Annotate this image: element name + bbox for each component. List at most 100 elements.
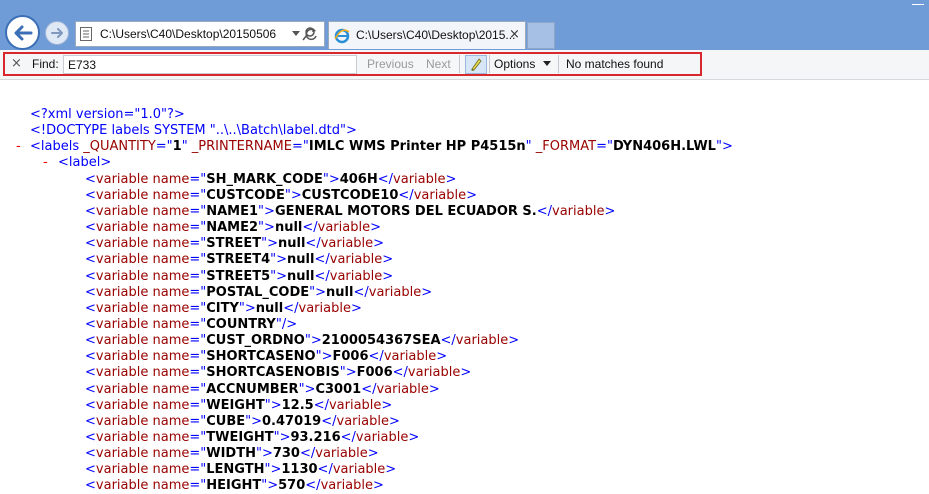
attribute-name: name (148, 252, 190, 268)
collapse-label-toggle[interactable]: - (43, 155, 48, 170)
attribute-quote: =" (189, 171, 207, 187)
variable-row: <variable name="SH_MARK_CODE">406H</vari… (85, 172, 456, 188)
find-options-button[interactable]: Options (494, 57, 535, 71)
tag-bracket: < (85, 300, 96, 316)
tag-bracket: </ (353, 284, 369, 300)
tag-bracket: > (381, 397, 393, 413)
back-button[interactable] (5, 15, 40, 50)
ie-logo-icon (334, 28, 350, 44)
variable-tag-name: variable (355, 430, 409, 445)
attribute-name: name (148, 300, 190, 316)
variable-value: 2100054367SEA (321, 333, 441, 349)
tag-bracket: </ (392, 365, 408, 381)
variable-name-value: ACCNUMBER (206, 381, 299, 397)
attribute-name: name (148, 430, 190, 445)
tag-bracket: > (436, 349, 448, 365)
tag-bracket: > (251, 413, 263, 429)
tag-bracket: </ (398, 187, 414, 203)
find-close-icon[interactable]: × (11, 56, 22, 71)
collapse-labels-toggle[interactable]: - (16, 139, 21, 154)
tag-bracket: </ (299, 446, 316, 462)
variable-row: <variable name="ACCNUMBER">C3001</variab… (85, 382, 440, 398)
tag-bracket: > (428, 381, 440, 397)
variable-row: <variable name="SHORTCASENO">F006</varia… (85, 349, 447, 365)
tag-bracket: > (279, 430, 291, 445)
tab-close-icon[interactable]: × (509, 27, 520, 42)
variable-value: 570 (278, 478, 306, 494)
tag-bracket: > (264, 203, 275, 219)
find-input[interactable]: E733 (63, 55, 357, 74)
tag-bracket: > (270, 462, 282, 478)
variable-tag-name: variable (413, 187, 467, 203)
labels-open-tag: <labels _QUANTITY="1" _PRINTERNAME="IMLC… (30, 139, 733, 155)
tag-bracket: </ (340, 430, 356, 445)
tag-bracket: > (388, 413, 400, 429)
attribute-quote: =" (189, 349, 207, 365)
tag-bracket: > (270, 397, 282, 413)
address-text[interactable]: C:\Users\C40\Desktop\20150506 (100, 27, 292, 41)
attribute-quote: =" (189, 333, 207, 349)
find-next-button[interactable]: Next (426, 57, 451, 71)
variable-row: <variable name="SHORTCASENOBIS">F006</va… (85, 365, 471, 381)
variable-value: F006 (332, 349, 369, 365)
tag-bracket: > (321, 349, 333, 365)
variable-row: <variable name="STREET">null</variable> (85, 236, 384, 252)
variable-tag-name: variable (95, 203, 149, 219)
tag-bracket: </ (305, 478, 321, 494)
variable-tag-name: variable (332, 462, 386, 478)
xml-doctype-text: <!DOCTYPE labels SYSTEM "..\..\Batch\lab… (30, 123, 357, 139)
tag-bracket: </ (361, 381, 377, 397)
refresh-icon[interactable] (305, 27, 318, 41)
variable-tag-name: variable (552, 203, 605, 219)
attribute-name: name (148, 413, 190, 429)
variable-tag-name: variable (317, 220, 371, 236)
variable-tag-name: variable (383, 349, 437, 365)
variable-tag-name: variable (95, 268, 149, 284)
attribute-name: name (148, 268, 190, 284)
variable-tag-name: variable (455, 333, 509, 349)
variable-tag-name: variable (95, 365, 149, 381)
highlight-matches-button[interactable] (465, 55, 487, 74)
new-tab-button[interactable] (527, 22, 555, 49)
variable-tag-name: variable (368, 284, 422, 300)
xml-doctype: <!DOCTYPE labels SYSTEM "..\..\Batch\lab… (30, 123, 357, 139)
variable-row: <variable name="COUNTRY"/> (85, 317, 297, 333)
tag-bracket: > (382, 268, 394, 284)
minimize-icon[interactable] (912, 4, 924, 5)
variable-tag-name: variable (95, 397, 149, 413)
tag-bracket: < (85, 381, 96, 397)
variable-name-value: NAME2 (206, 220, 259, 236)
variable-value: C3001 (315, 381, 362, 397)
variable-row: <variable name="HEIGHT">570</variable> (85, 478, 384, 494)
variable-value: F006 (356, 365, 393, 381)
variable-name-value: COUNTRY (206, 316, 276, 332)
tag-bracket: > (276, 252, 288, 268)
find-previous-button[interactable]: Previous (367, 57, 414, 71)
tag-bracket: > (267, 478, 279, 494)
chevron-down-icon[interactable] (543, 61, 551, 66)
tab-active[interactable]: C:\Users\C40\Desktop\2015... × (328, 21, 526, 49)
tag-bracket: </ (314, 268, 330, 284)
tag-bracket: < (85, 397, 96, 413)
tag-bracket: > (345, 365, 357, 381)
attribute-name: name (148, 203, 190, 219)
attribute-name: name (148, 446, 190, 462)
variable-row: <variable name="LENGTH">1130</variable> (85, 462, 396, 478)
variable-tag-name: variable (95, 220, 149, 236)
attribute-name: name (148, 365, 190, 381)
attribute-value: 1 (172, 139, 182, 155)
forward-button[interactable] (45, 21, 69, 45)
variable-tag-name: variable (95, 430, 149, 445)
tag-bracket: > (304, 381, 316, 397)
attribute-name: _PRINTERNAME (187, 139, 292, 155)
attribute-quote: =" (189, 446, 207, 462)
attribute-quote: =" (189, 203, 207, 219)
tag-bracket: > (508, 333, 520, 349)
address-bar[interactable]: C:\Users\C40\Desktop\20150506 (75, 21, 325, 47)
tag-bracket: < (85, 252, 96, 268)
variable-tag-name: variable (95, 316, 149, 332)
address-dropdown-icon[interactable] (292, 31, 300, 37)
variable-row: <variable name="WEIGHT">12.5</variable> (85, 398, 392, 414)
tag-bracket: < (85, 349, 96, 365)
variable-tag-name: variable (95, 381, 149, 397)
